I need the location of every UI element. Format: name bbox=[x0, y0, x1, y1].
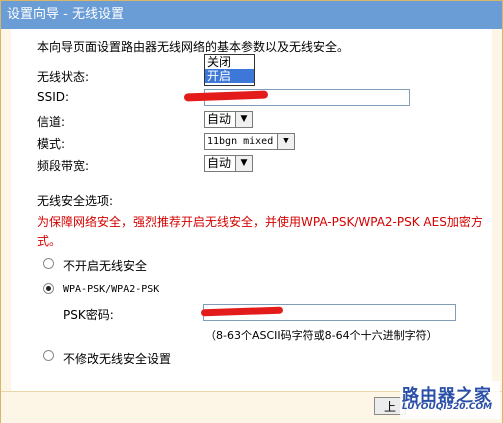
mode-label: 模式: bbox=[37, 137, 66, 151]
mode-select[interactable]: 11bgn mixed ▼ bbox=[204, 133, 295, 150]
radio-wpa-psk[interactable] bbox=[43, 283, 54, 294]
radio-disable-security[interactable] bbox=[43, 258, 54, 269]
bandwidth-select[interactable]: 自动 ▼ bbox=[204, 155, 253, 172]
radio-disable-label: 不开启无线安全 bbox=[63, 259, 148, 273]
window-title: 设置向导 - 无线设置 bbox=[1, 1, 502, 29]
security-section-label: 无线安全选项: bbox=[37, 194, 114, 208]
channel-value: 自动 bbox=[207, 112, 232, 126]
chevron-down-icon: ▼ bbox=[235, 156, 252, 171]
security-warning-line1: 为保障网络安全，强烈推荐开启无线安全，并使用WPA-PSK/WPA2-PSK A… bbox=[37, 215, 483, 229]
radio-keep-label: 不修改无线安全设置 bbox=[63, 352, 172, 366]
dropdown-option-off[interactable]: 关闭 bbox=[205, 55, 254, 69]
intro-text: 本向导页面设置路由器无线网络的基本参数以及无线安全。 bbox=[37, 40, 350, 54]
wireless-status-label: 无线状态: bbox=[37, 70, 90, 84]
ssid-label: SSID: bbox=[37, 90, 70, 104]
dropdown-option-on[interactable]: 开启 bbox=[205, 69, 254, 83]
chevron-down-icon: ▼ bbox=[235, 112, 252, 127]
mode-value: 11bgn mixed bbox=[207, 136, 274, 147]
radio-wpa-label: WPA-PSK/WPA2-PSK bbox=[63, 284, 160, 295]
wireless-status-dropdown[interactable]: 关闭 开启 bbox=[204, 54, 255, 86]
chevron-down-icon: ▼ bbox=[277, 134, 294, 149]
watermark-url: LUYOUQI520.COM bbox=[402, 402, 493, 412]
channel-label: 信道: bbox=[37, 115, 66, 129]
bandwidth-value: 自动 bbox=[207, 156, 232, 170]
radio-keep-settings[interactable] bbox=[43, 350, 54, 361]
psk-label: PSK密码: bbox=[63, 308, 114, 322]
channel-select[interactable]: 自动 ▼ bbox=[204, 111, 253, 128]
security-warning-line2: 式。 bbox=[37, 234, 62, 248]
psk-hint: （8-63个ASCII码字符或8-64个十六进制字符） bbox=[205, 329, 438, 342]
bandwidth-label: 频段带宽: bbox=[37, 159, 90, 173]
